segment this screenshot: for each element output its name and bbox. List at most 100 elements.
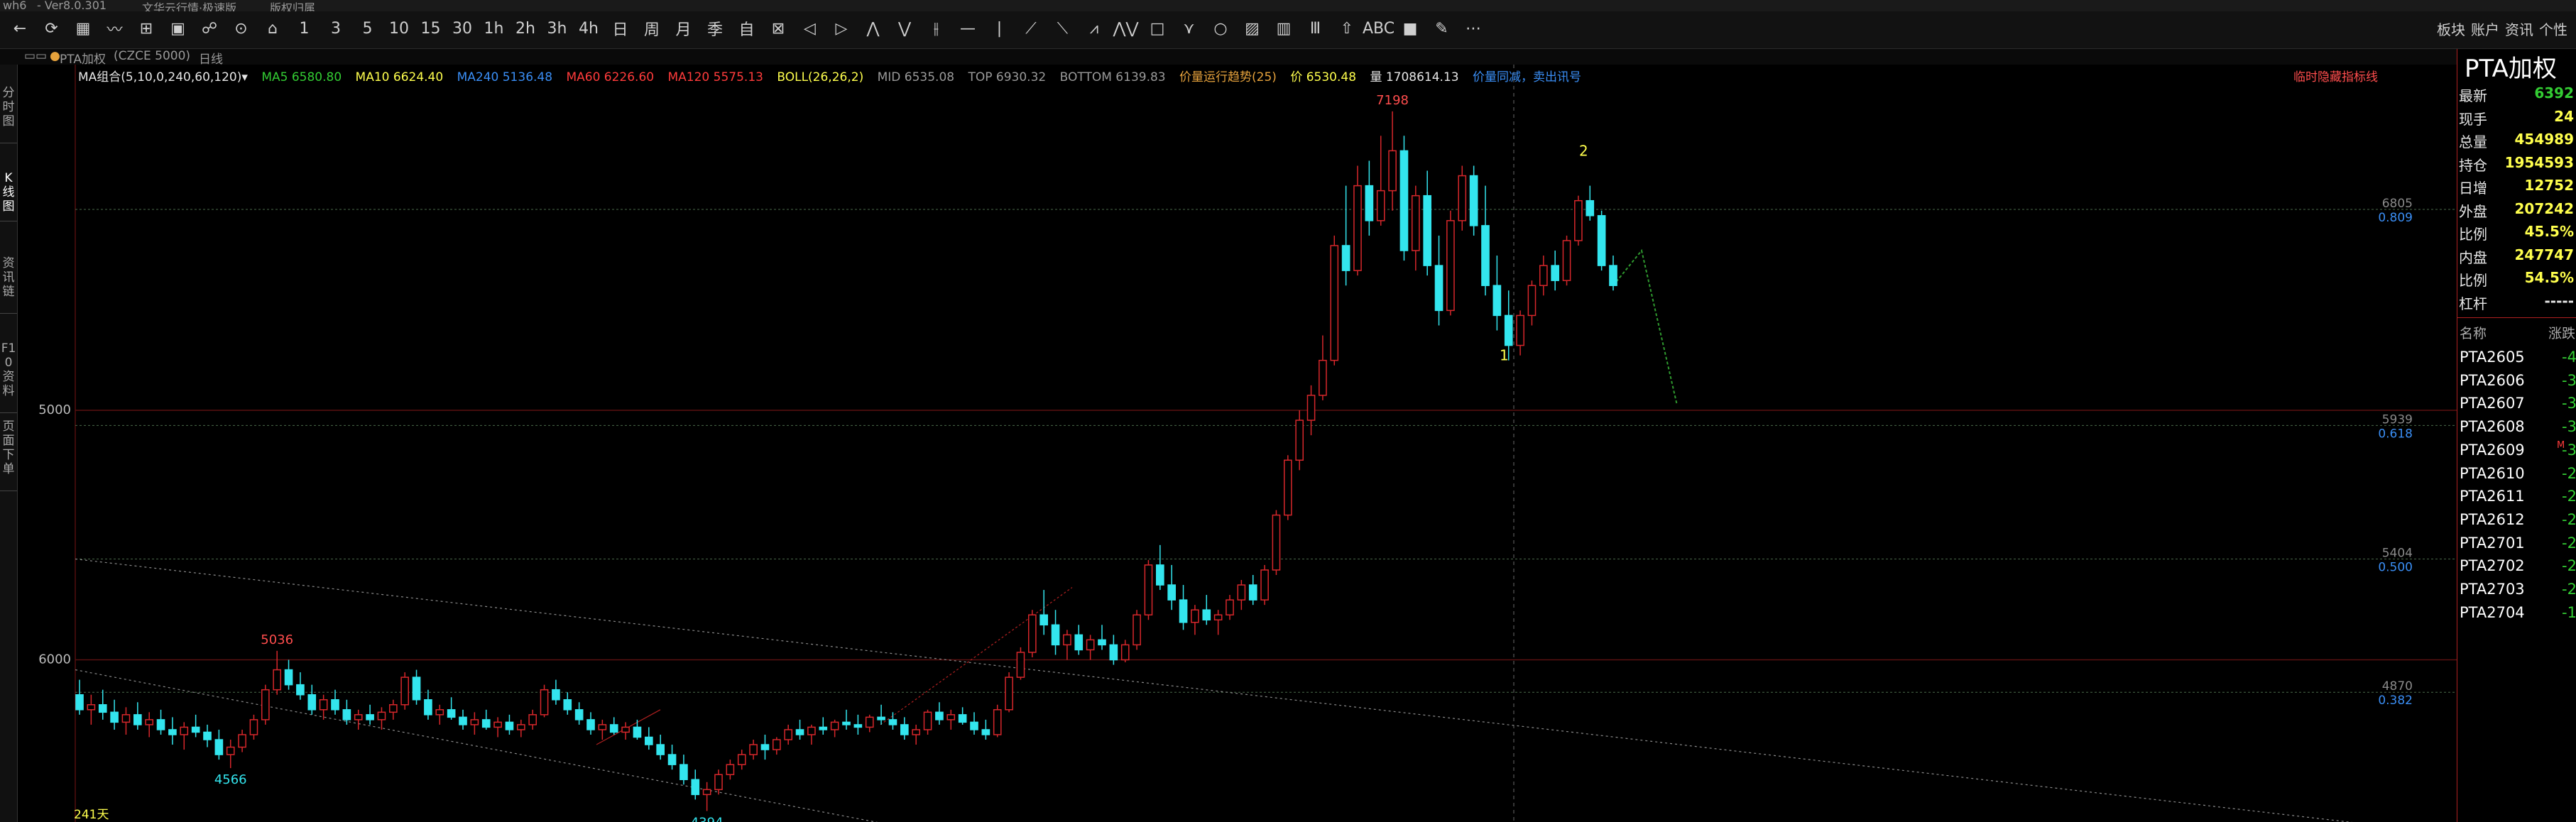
contract-row[interactable]: PTA2609 -3 M: [2457, 439, 2576, 461]
quote-row: 内盘 247747: [2457, 243, 2576, 266]
candle-body: [1527, 285, 1537, 317]
contract-name[interactable]: PTA2609: [2460, 442, 2525, 459]
legend-price: 价 6530.48: [1290, 70, 1357, 84]
exchange-code: (CZCE 5000): [114, 49, 191, 63]
toolbar-item-45[interactable]: ✎: [1428, 17, 1456, 40]
toolbar-item-36[interactable]: □: [1143, 17, 1172, 40]
toolbar-item-33[interactable]: ⟍: [1049, 17, 1077, 40]
toolbar-item-9[interactable]: 1: [290, 17, 319, 40]
candle-body: [459, 716, 467, 725]
candle: [296, 672, 305, 700]
toolbar-item-21[interactable]: 月: [670, 17, 698, 40]
toolbar-right-2[interactable]: 资讯: [2505, 18, 2533, 39]
toolbar-item-25[interactable]: ◁: [796, 17, 824, 40]
toolbar-item-30[interactable]: —: [954, 17, 982, 40]
contract-change: -3: [2562, 395, 2576, 412]
contract-name[interactable]: PTA2606: [2460, 372, 2525, 389]
toolbar-item-31[interactable]: |: [986, 17, 1014, 40]
candle: [691, 769, 700, 800]
candle-body: [598, 724, 607, 730]
kline-chart[interactable]: 5000 6000 68050.809 59390.618 54040.500 48700…: [0, 65, 2457, 822]
contract-row[interactable]: PTA2612 -2: [2457, 508, 2576, 531]
toolbar-right-1[interactable]: 账户: [2471, 18, 2499, 39]
toolbar-item-44[interactable]: ■: [1396, 17, 1424, 40]
frame-icon[interactable]: ▣: [164, 17, 192, 40]
candle: [75, 679, 84, 715]
contract-name[interactable]: PTA2611: [2460, 488, 2525, 505]
toolbar-item-42[interactable]: ⇧: [1333, 17, 1361, 40]
back-icon[interactable]: ←: [6, 17, 34, 40]
candle-body: [238, 734, 246, 748]
toolbar-item-13[interactable]: 15: [417, 17, 445, 40]
contract-name[interactable]: PTA2605: [2460, 349, 2525, 366]
candle-body: [1283, 459, 1292, 516]
toolbar-item-29[interactable]: ⫲: [922, 17, 951, 40]
contract-name[interactable]: PTA2704: [2460, 604, 2525, 621]
contract-name[interactable]: PTA2612: [2460, 511, 2525, 528]
candle: [1051, 610, 1060, 655]
toolbar-item-12[interactable]: 10: [385, 17, 413, 40]
contract-row[interactable]: PTA2611 -2: [2457, 485, 2576, 508]
toolbar-item-20[interactable]: 周: [638, 17, 666, 40]
toolbar-item-28[interactable]: ⋁: [890, 17, 919, 40]
contract-name[interactable]: PTA2702: [2460, 557, 2525, 574]
contract-name[interactable]: PTA2701: [2460, 535, 2525, 552]
contract-row[interactable]: PTA2608 -3: [2457, 415, 2576, 438]
candle-body: [377, 711, 386, 720]
contract-name[interactable]: PTA2608: [2460, 418, 2525, 435]
contract-row[interactable]: PTA2702 -2: [2457, 554, 2576, 577]
toolbar-item-34[interactable]: ⩘: [1080, 17, 1108, 40]
toolbar-item-41[interactable]: Ⅲ: [1301, 17, 1330, 40]
candle-body: [1144, 564, 1153, 615]
contract-row[interactable]: PTA2704 -1: [2457, 601, 2576, 624]
contract-name[interactable]: PTA2607: [2460, 395, 2525, 412]
layout-icon[interactable]: ▭▭: [24, 49, 47, 63]
toolbar-item-10[interactable]: 3: [322, 17, 350, 40]
ma-group-selector[interactable]: MA组合(5,10,0,240,60,120)▾: [78, 70, 248, 84]
contract-row[interactable]: PTA2606 -3: [2457, 369, 2576, 392]
toolbar-item-19[interactable]: 日: [606, 17, 635, 40]
contract-name[interactable]: PTA2703: [2460, 581, 2525, 598]
contract-row[interactable]: PTA2701 -2: [2457, 532, 2576, 554]
candle: [528, 709, 537, 730]
contract-row[interactable]: PTA2610 -2: [2457, 462, 2576, 485]
legend-ma60: MA60 6226.60: [566, 70, 655, 84]
home-icon[interactable]: ⌂: [258, 17, 287, 40]
toolbar-item-40[interactable]: ▥: [1270, 17, 1298, 40]
toolbar-item-32[interactable]: ⟋: [1017, 17, 1045, 40]
toolbar-item-46[interactable]: ⋯: [1459, 17, 1488, 40]
toolbar-item-35[interactable]: ⋀⋁: [1112, 17, 1140, 40]
toolbar-right-0[interactable]: 板块: [2437, 18, 2465, 39]
toolbar-item-15[interactable]: 1h: [480, 17, 508, 40]
contract-row[interactable]: PTA2607 -3: [2457, 392, 2576, 415]
candle-body: [284, 669, 293, 686]
toolbar-item-26[interactable]: ▷: [827, 17, 856, 40]
toolbar-item-14[interactable]: 30: [448, 17, 476, 40]
toolbar-item-11[interactable]: 5: [354, 17, 382, 40]
toolbar-item-38[interactable]: ○: [1206, 17, 1235, 40]
link-icon[interactable]: ☍: [195, 17, 224, 40]
toolbar-item-43[interactable]: ABC: [1363, 17, 1395, 40]
toolbar-right-3[interactable]: 个性: [2539, 18, 2567, 39]
contract-row[interactable]: PTA2605 -4: [2457, 346, 2576, 368]
toolbar-item-23[interactable]: 自: [733, 17, 761, 40]
target-icon[interactable]: ⊙: [227, 17, 256, 40]
candle-body: [1213, 614, 1223, 621]
grid-icon[interactable]: ▦: [69, 17, 97, 40]
toolbar-item-16[interactable]: 2h: [511, 17, 540, 40]
hide-indicator-link[interactable]: 临时隐藏指标线: [2293, 67, 2378, 84]
toolbar-item-27[interactable]: ⋀: [859, 17, 888, 40]
candle-body: [481, 719, 491, 728]
toolbar-item-24[interactable]: ⊠: [764, 17, 792, 40]
contract-row[interactable]: PTA2703 -2: [2457, 578, 2576, 601]
line-icon[interactable]: 〰: [101, 17, 129, 40]
toolbar-item-37[interactable]: ⋎: [1175, 17, 1204, 40]
toolbar-item-39[interactable]: ▨: [1238, 17, 1267, 40]
toolbar-item-22[interactable]: 季: [701, 17, 729, 40]
candle: [993, 704, 1002, 738]
window-icon[interactable]: ⊞: [132, 17, 160, 40]
contract-name[interactable]: PTA2610: [2460, 465, 2525, 482]
toolbar-item-18[interactable]: 4h: [574, 17, 603, 40]
refresh-icon[interactable]: ⟳: [38, 17, 66, 40]
toolbar-item-17[interactable]: 3h: [543, 17, 572, 40]
